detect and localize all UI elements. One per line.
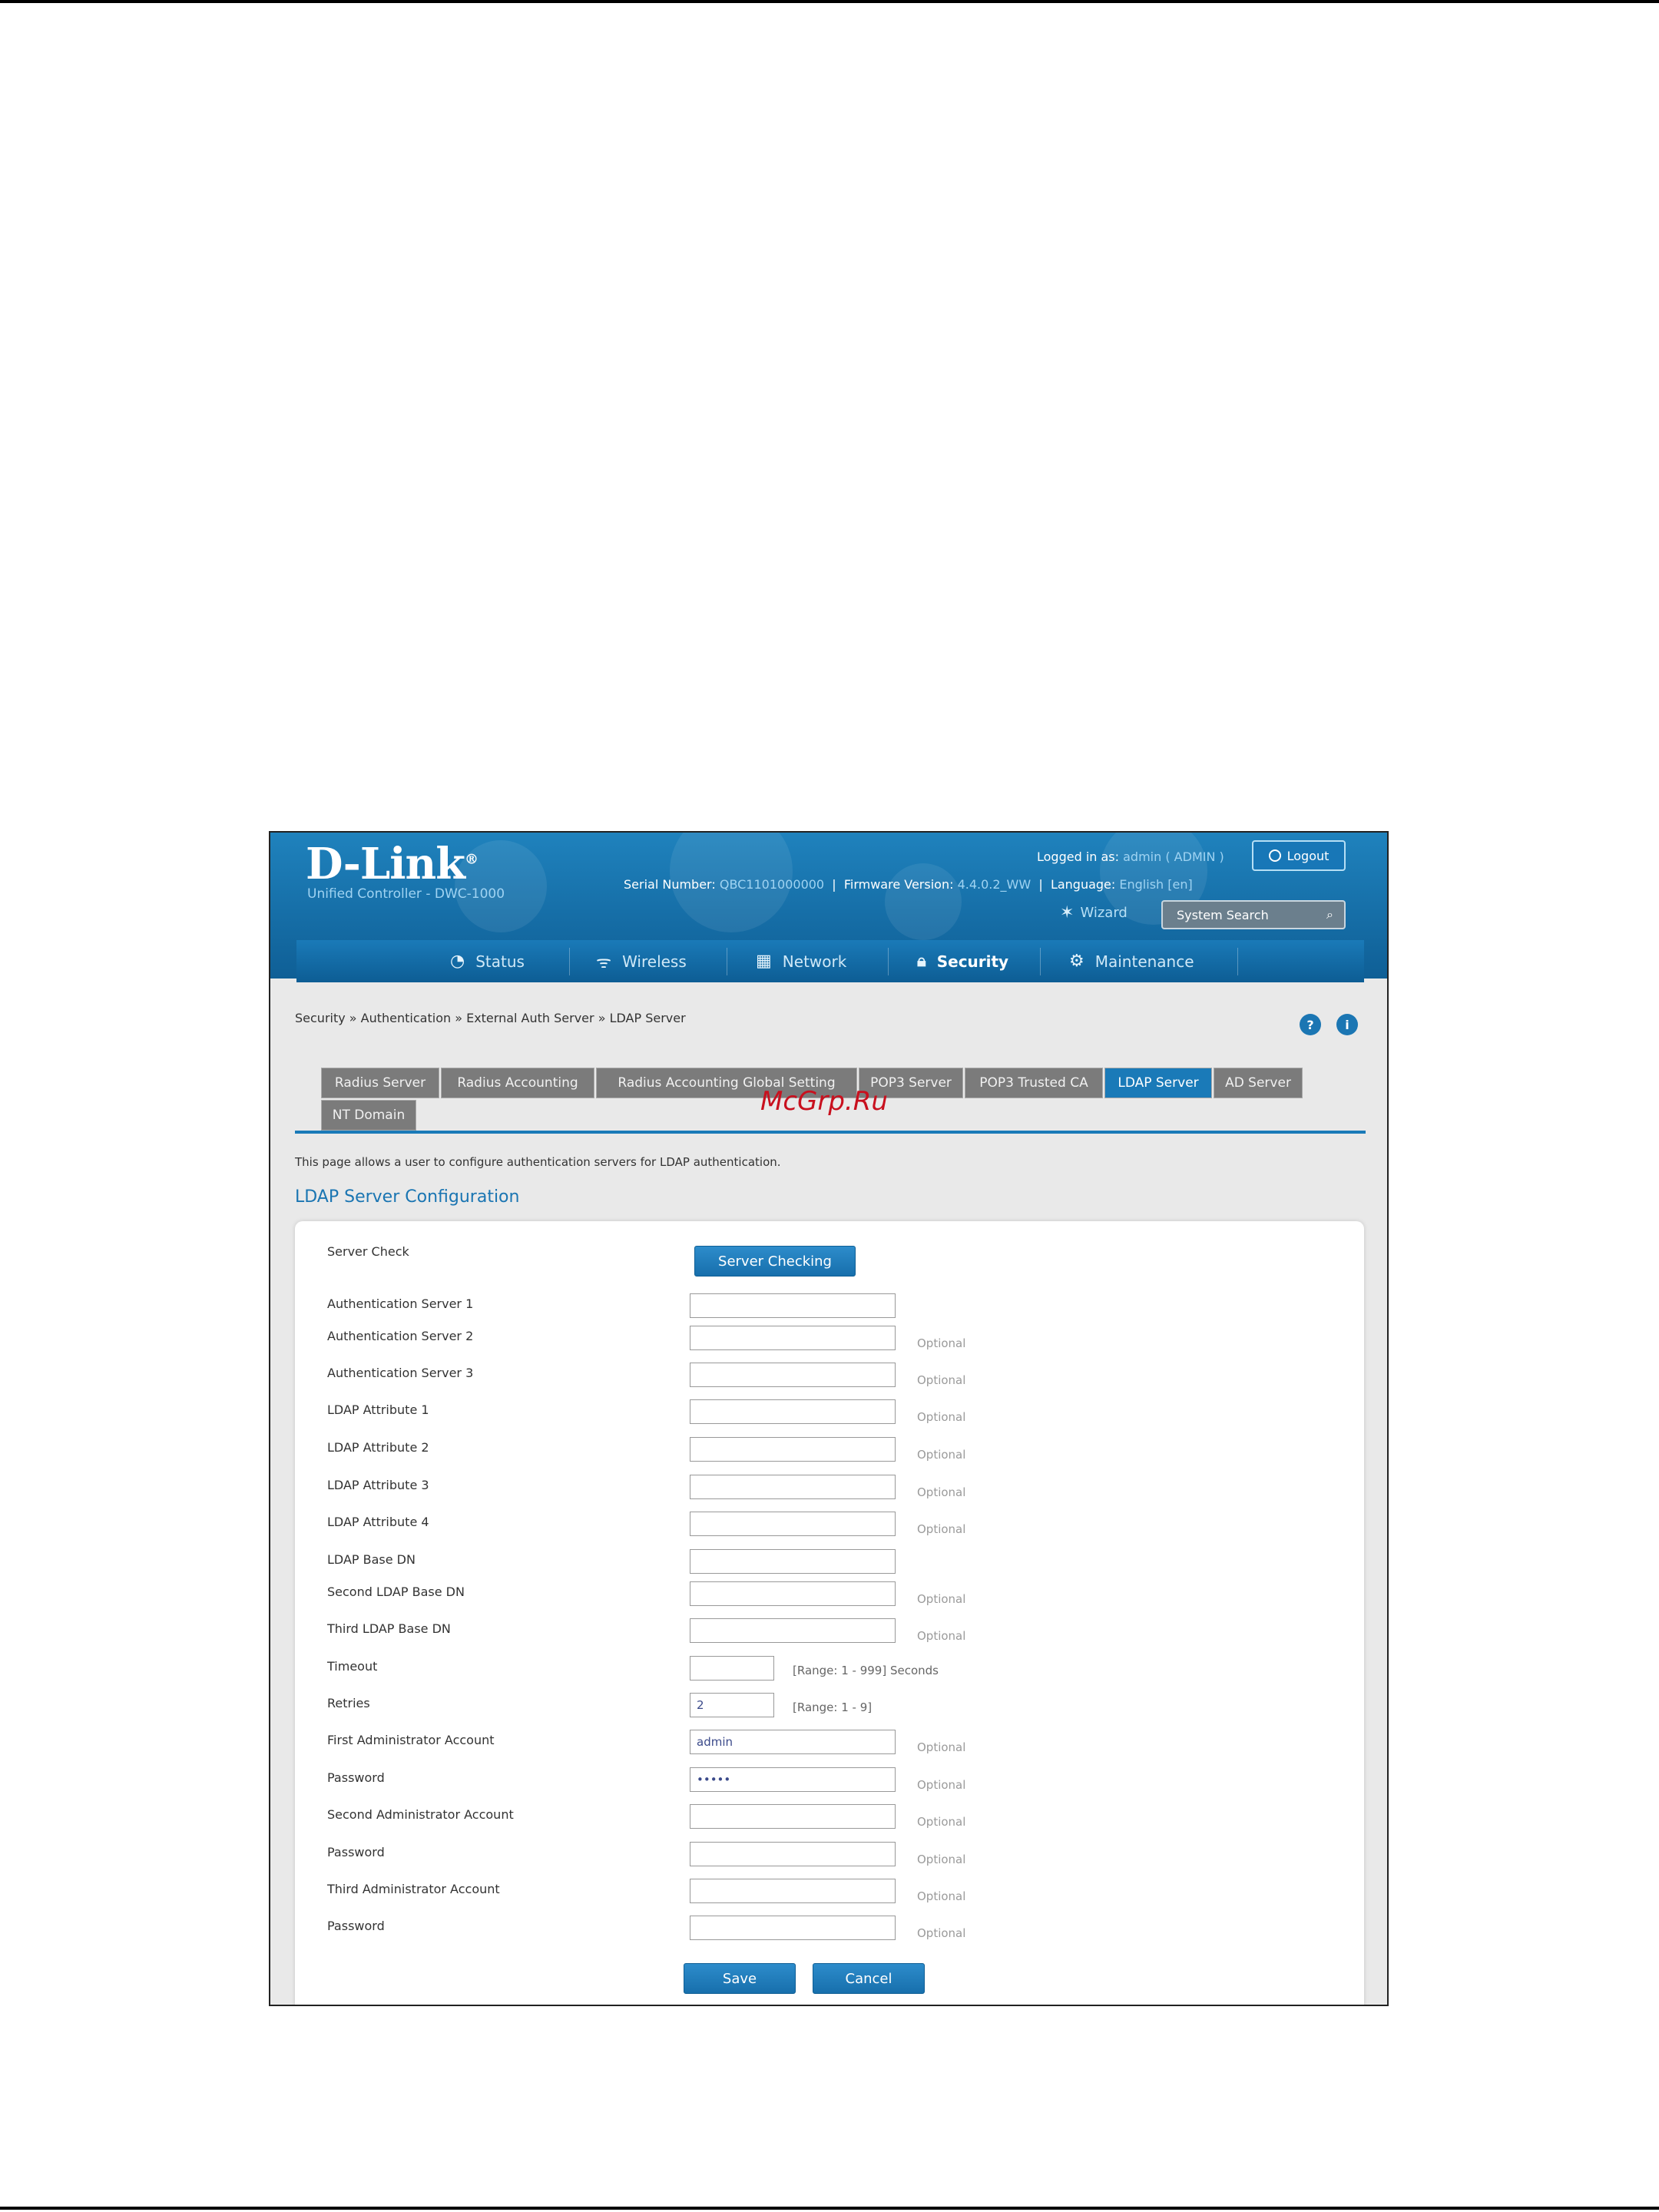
cancel-button[interactable]: Cancel xyxy=(813,1963,925,1994)
language-link[interactable]: English [en] xyxy=(1119,877,1192,892)
field-input[interactable]: 2 xyxy=(690,1693,774,1717)
field-input[interactable]: ••••• xyxy=(690,1767,896,1792)
tab-underline xyxy=(295,1131,1366,1134)
field-hint: Optional xyxy=(917,1926,966,1940)
field-input[interactable] xyxy=(690,1326,896,1350)
dlink-logo: D-Link® xyxy=(306,839,478,889)
product-tagline: Unified Controller - DWC-1000 xyxy=(307,886,505,902)
field-label: First Administrator Account xyxy=(327,1733,495,1747)
field-label: Third LDAP Base DN xyxy=(327,1621,451,1636)
nav-network[interactable]: ▦ Network xyxy=(756,940,846,982)
field-hint: Optional xyxy=(917,1336,966,1350)
wizard-link[interactable]: ✶ Wizard xyxy=(1060,903,1128,922)
field-label: Authentication Server 3 xyxy=(327,1366,474,1380)
device-info: Serial Number: QBC1101000000 | Firmware … xyxy=(624,877,1193,892)
server-checking-button[interactable]: Server Checking xyxy=(694,1246,856,1277)
field-hint: Optional xyxy=(917,1740,966,1754)
field-hint: Optional xyxy=(917,1592,966,1606)
ui-screenshot: D-Link® Unified Controller - DWC-1000 Lo… xyxy=(269,831,1389,2006)
section-title: LDAP Server Configuration xyxy=(295,1187,520,1207)
lock-icon: 🔒︎ xyxy=(917,952,926,971)
field-input[interactable] xyxy=(690,1363,896,1387)
field-input[interactable] xyxy=(690,1512,896,1536)
field-label: Password xyxy=(327,1919,385,1933)
gauge-icon: ◔ xyxy=(450,952,465,971)
power-icon xyxy=(1268,849,1281,862)
wifi-icon: ᯤ xyxy=(596,952,612,972)
field-input[interactable] xyxy=(690,1916,896,1940)
field-hint: Optional xyxy=(917,1448,966,1462)
page-bottom-rule xyxy=(0,2207,1659,2210)
logged-in-user[interactable]: admin ( ADMIN ) xyxy=(1123,849,1224,864)
field-hint: Optional xyxy=(917,1373,966,1387)
breadcrumb: Security » Authentication » External Aut… xyxy=(295,1011,686,1025)
field-input[interactable] xyxy=(690,1879,896,1903)
page-description: This page allows a user to configure aut… xyxy=(295,1155,781,1169)
field-input[interactable] xyxy=(690,1804,896,1829)
tab-pop3-trusted-ca[interactable]: POP3 Trusted CA xyxy=(965,1068,1103,1098)
nav-status[interactable]: ◔ Status xyxy=(450,940,525,982)
field-label: LDAP Attribute 3 xyxy=(327,1478,429,1492)
field-hint: Optional xyxy=(917,1853,966,1866)
field-label: Second Administrator Account xyxy=(327,1807,514,1822)
wand-icon: ✶ xyxy=(1060,903,1075,922)
tab-ldap-server[interactable]: LDAP Server xyxy=(1104,1068,1212,1098)
field-input[interactable]: admin xyxy=(690,1730,896,1754)
help-icon[interactable]: ? xyxy=(1300,1014,1321,1035)
search-icon: ⌕ xyxy=(1326,907,1333,922)
field-input[interactable] xyxy=(690,1656,774,1681)
field-hint: Optional xyxy=(917,1629,966,1643)
field-label: Second LDAP Base DN xyxy=(327,1584,465,1599)
save-button[interactable]: Save xyxy=(684,1963,796,1994)
field-label: LDAP Attribute 2 xyxy=(327,1440,429,1455)
field-input[interactable] xyxy=(690,1399,896,1424)
field-label: Authentication Server 2 xyxy=(327,1329,474,1343)
nav-wireless[interactable]: ᯤ Wireless xyxy=(596,940,687,982)
field-label: Password xyxy=(327,1770,385,1785)
field-input[interactable] xyxy=(690,1842,896,1866)
field-label: Authentication Server 1 xyxy=(327,1296,474,1311)
main-nav: ◔ Status ᯤ Wireless ▦ Network 🔒︎ Security ⚙ M… xyxy=(296,940,1364,982)
tab-nt-domain[interactable]: NT Domain xyxy=(321,1100,416,1131)
tab-radius-server[interactable]: Radius Server xyxy=(321,1068,439,1098)
field-input[interactable] xyxy=(690,1475,896,1499)
field-hint: Optional xyxy=(917,1522,966,1536)
field-hint: Optional xyxy=(917,1815,966,1829)
logout-button[interactable]: Logout xyxy=(1252,840,1346,871)
field-input[interactable] xyxy=(690,1437,896,1462)
field-label: Timeout xyxy=(327,1659,378,1674)
field-label: Retries xyxy=(327,1696,370,1710)
form-panel: Server Check Server Checking Authenticat… xyxy=(295,1221,1364,2005)
field-hint: [Range: 1 - 999] Seconds xyxy=(793,1664,939,1677)
field-hint: Optional xyxy=(917,1485,966,1499)
field-label: Password xyxy=(327,1845,385,1859)
nav-security[interactable]: 🔒︎ Security xyxy=(917,940,1008,982)
field-hint: Optional xyxy=(917,1778,966,1792)
tab-ad-server[interactable]: AD Server xyxy=(1214,1068,1303,1098)
field-label: LDAP Attribute 4 xyxy=(327,1515,429,1529)
field-label: LDAP Base DN xyxy=(327,1552,416,1567)
field-hint: Optional xyxy=(917,1410,966,1424)
page-top-rule xyxy=(0,0,1659,3)
field-input[interactable] xyxy=(690,1581,896,1606)
nav-maintenance[interactable]: ⚙ Maintenance xyxy=(1069,940,1194,982)
field-input[interactable] xyxy=(690,1549,896,1574)
field-hint: Optional xyxy=(917,1889,966,1903)
field-label: Third Administrator Account xyxy=(327,1882,500,1896)
tab-radius-accounting[interactable]: Radius Accounting xyxy=(441,1068,594,1098)
watermark: McGrp.Ru xyxy=(760,1086,888,1117)
logged-in-info: Logged in as: admin ( ADMIN ) xyxy=(1037,849,1224,864)
field-label: LDAP Attribute 1 xyxy=(327,1402,429,1417)
info-icon[interactable]: i xyxy=(1336,1014,1358,1035)
network-icon: ▦ xyxy=(756,952,772,971)
gears-icon: ⚙ xyxy=(1069,952,1084,971)
field-input[interactable] xyxy=(690,1293,896,1318)
system-search-input[interactable]: System Search ⌕ xyxy=(1161,900,1346,929)
field-hint: [Range: 1 - 9] xyxy=(793,1700,873,1714)
field-input[interactable] xyxy=(690,1618,896,1643)
